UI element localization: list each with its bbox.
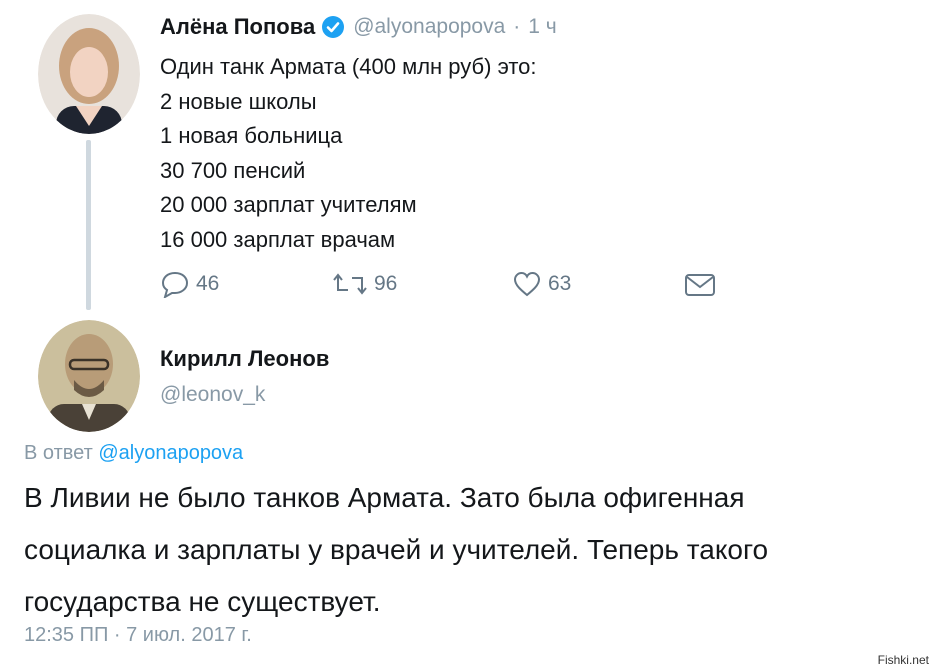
tweet-time[interactable]: 1 ч: [528, 15, 556, 39]
tweet-body: Один танк Армата (400 млн руб) это: 2 но…: [160, 50, 537, 257]
author-name[interactable]: Алёна Попова: [160, 14, 315, 40]
tweet-line: 30 700 пенсий: [160, 157, 306, 183]
reply-body: В Ливии не было танков Армата. Зато была…: [24, 472, 768, 628]
in-reply-to: В ответ @alyonapopova: [24, 442, 243, 465]
like-count: 63: [548, 272, 572, 295]
avatar[interactable]: [38, 14, 140, 134]
heart-icon: [513, 271, 541, 297]
like-button[interactable]: 63: [512, 270, 571, 298]
tweet-line: 20 000 зарплат учителям: [160, 192, 417, 217]
reply-count: 46: [196, 272, 220, 295]
tweet-line: 2 новые школы: [160, 88, 317, 114]
reply-timestamp[interactable]: 12:35 ПП · 7 июл. 2017 г.: [24, 624, 252, 646]
avatar-photo: [38, 14, 140, 134]
reply-icon: [161, 271, 189, 298]
avatar[interactable]: [38, 320, 140, 432]
avatar-photo: [38, 320, 140, 432]
retweet-button[interactable]: 96: [332, 270, 397, 298]
envelope-icon: [685, 274, 715, 296]
reply-line: В Ливии не было танков Армата. Зато была…: [24, 482, 745, 513]
reply-author-handle[interactable]: @leonov_k: [160, 383, 265, 407]
tweet-line: 16 000 зарплат врачам: [160, 226, 396, 252]
reply-button[interactable]: 46: [160, 270, 219, 298]
watermark: Fishki.net: [877, 653, 929, 667]
thread-connector-line: [86, 140, 91, 310]
tweet-line: Один танк Армата (400 млн руб) это:: [160, 54, 537, 79]
retweet-count: 96: [374, 272, 398, 295]
reply-line: социалка и зарплаты у врачей и учителей.…: [24, 534, 769, 565]
retweet-icon: [333, 273, 367, 295]
direct-message-button[interactable]: [683, 272, 723, 298]
reply-line: государства не существует.: [24, 586, 381, 617]
author-handle[interactable]: @alyonapopova: [353, 15, 505, 39]
tweet-line: 1 новая больница: [160, 123, 343, 148]
verified-badge-icon: [321, 15, 345, 39]
in-reply-prefix: В ответ: [24, 442, 93, 464]
separator-dot: ·: [513, 15, 521, 38]
reply-author-name[interactable]: Кирилл Леонов: [160, 346, 329, 372]
in-reply-handle-link[interactable]: @alyonapopova: [98, 442, 243, 464]
